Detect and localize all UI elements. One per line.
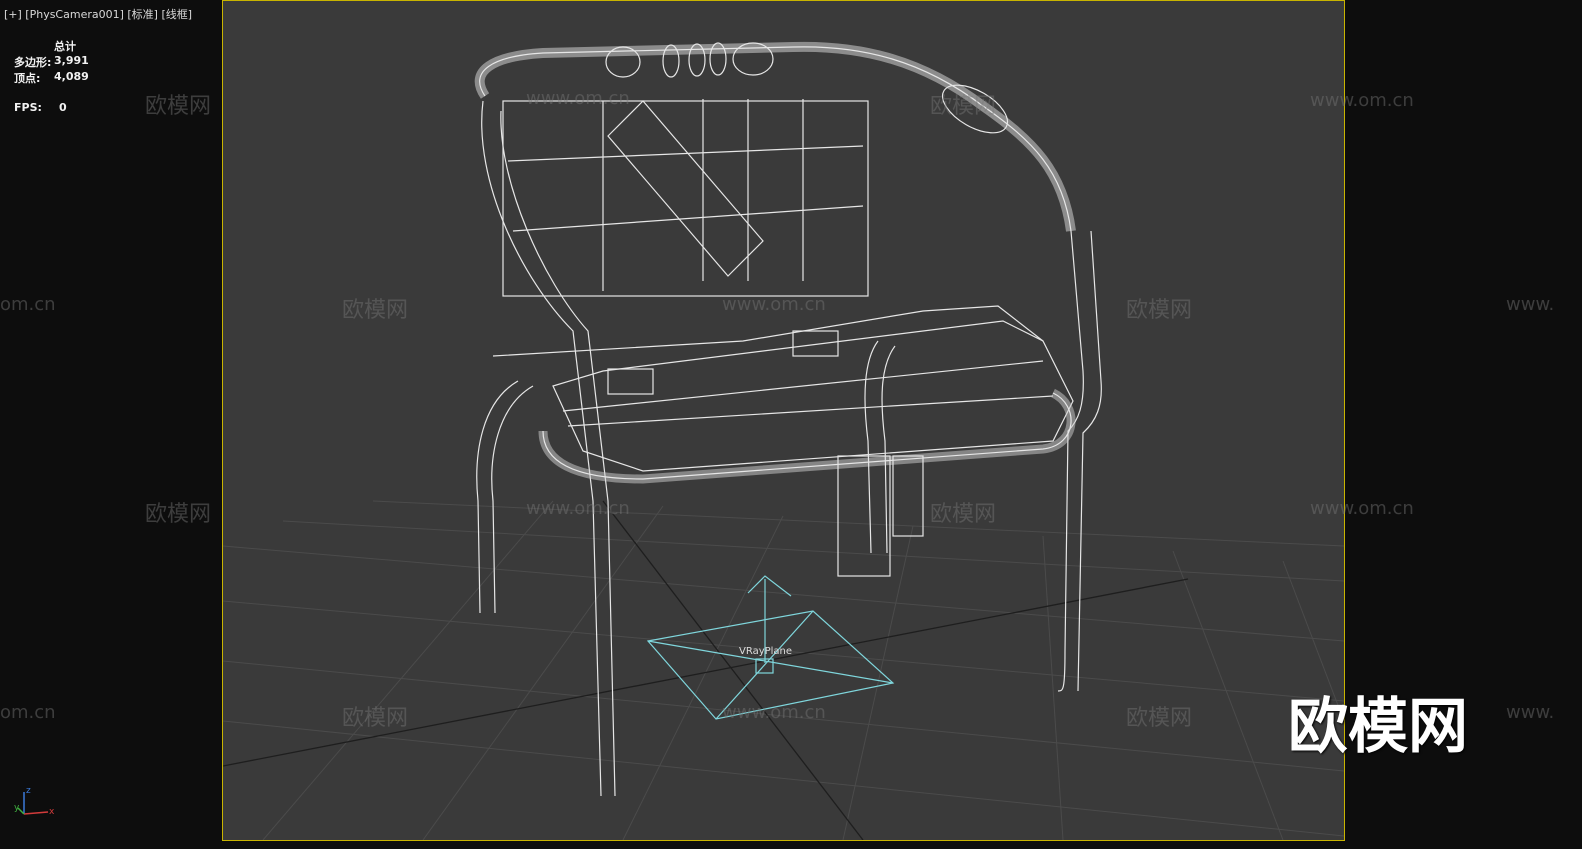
watermark-cn: 欧模网 (342, 298, 409, 323)
polys-value: 3,991 (54, 54, 89, 67)
viewport-label[interactable]: [+] [PhysCamera001] [标准] [线框] (4, 6, 192, 22)
world-axes (223, 500, 1189, 840)
watermark-cn: 欧模网 (1126, 298, 1193, 323)
stats-header: 总计 (54, 40, 76, 53)
watermark-url: www.om.cn (1310, 498, 1414, 519)
verts-label: 顶点: (14, 72, 41, 85)
watermark-url: www. (1506, 294, 1555, 315)
axis-x-label: x (49, 807, 55, 817)
watermark-url: www.om.cn (526, 498, 630, 519)
axis-y-label: y (14, 803, 20, 813)
vray-plane-label: VRayPlane (739, 646, 793, 657)
fps-label: FPS: (14, 101, 42, 114)
watermark-cn: 欧模网 (930, 94, 997, 119)
polys-label: 多边形: (14, 56, 52, 69)
axis-z-label: z (26, 786, 31, 796)
watermark-url: www.om.cn (1310, 90, 1414, 111)
watermark-cn: 欧模网 (145, 94, 212, 119)
watermark-logo: 欧模网 (1288, 692, 1468, 762)
watermark-url: om.cn (0, 294, 56, 315)
watermark-cn: 欧模网 (1126, 706, 1193, 731)
watermark-url: www.om.cn (722, 294, 826, 315)
watermark-cn: 欧模网 (342, 706, 409, 731)
watermark-cn: 欧模网 (145, 502, 212, 527)
watermark-cn: 欧模网 (930, 502, 997, 527)
verts-value: 4,089 (54, 70, 89, 83)
watermark-url: www.om.cn (526, 88, 630, 109)
watermark-url: www.om.cn (722, 702, 826, 723)
watermark-url: www. (1506, 702, 1555, 723)
ground-grid (223, 500, 1344, 840)
chair-wireframe (474, 41, 1102, 797)
fps-value: 0 (59, 101, 67, 114)
axis-tripod-icon: z x y (14, 786, 55, 817)
watermark-url: om.cn (0, 702, 56, 723)
